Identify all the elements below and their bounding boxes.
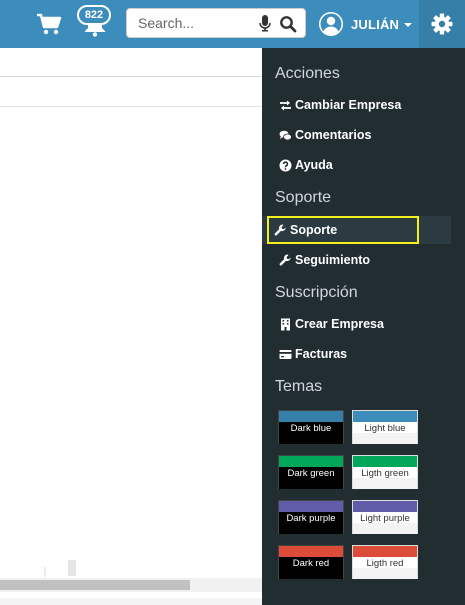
menu-item-label: Facturas: [295, 347, 348, 361]
theme-dark-blue[interactable]: Dark blue: [278, 410, 344, 444]
horizontal-scrollbar[interactable]: [0, 578, 262, 592]
theme-label: Dark green: [287, 468, 335, 479]
microphone-icon[interactable]: [259, 15, 271, 32]
theme-color-bar: [279, 546, 343, 557]
settings-toggle[interactable]: [419, 0, 465, 48]
theme-color-bar: [279, 456, 343, 467]
theme-label: Dark blue: [290, 423, 332, 434]
theme-label: Light purple: [360, 513, 410, 524]
menu-item-seguimiento[interactable]: Seguimiento: [267, 246, 419, 274]
section-title-soporte: Soporte: [275, 189, 332, 206]
building-icon: [281, 318, 290, 330]
menu-item-ayuda[interactable]: Ayuda: [267, 151, 419, 179]
shopping-cart-icon[interactable]: [36, 12, 62, 36]
user-menu[interactable]: JULIÁN: [318, 10, 413, 38]
menu-item-facturas[interactable]: Facturas: [267, 340, 419, 368]
theme-label: Ligth green: [361, 468, 409, 479]
theme-light-purple[interactable]: Light purple: [352, 500, 418, 534]
theme-color-bar: [353, 411, 417, 422]
search-box: [126, 8, 306, 38]
question-circle-icon: [279, 159, 292, 171]
section-title-temas: Temas: [275, 378, 323, 395]
theme-label: Dark red: [292, 558, 330, 569]
control-sidebar: Acciones Cambiar Empresa Comentarios Ayu…: [262, 48, 465, 605]
scrollbar-thumb[interactable]: [0, 580, 190, 590]
theme-dark-red[interactable]: Dark red: [278, 545, 344, 579]
content-fragment: [44, 567, 46, 577]
menu-item-label: Crear Empresa: [295, 317, 384, 331]
theme-label: Light blue: [364, 423, 406, 434]
content-fragment: [68, 560, 76, 576]
search-input[interactable]: [127, 9, 257, 37]
menu-item-label: Seguimiento: [295, 253, 371, 267]
menu-item-label: Soporte: [290, 223, 338, 237]
theme-light-red[interactable]: Ligth red: [352, 545, 418, 579]
menu-item-cambiar-empresa[interactable]: Cambiar Empresa: [267, 91, 419, 119]
comments-icon: [279, 130, 292, 140]
theme-color-bar: [353, 546, 417, 557]
theme-label: Dark purple: [286, 513, 336, 524]
theme-light-blue[interactable]: Light blue: [352, 410, 418, 444]
chevron-down-icon: [404, 23, 413, 27]
section-title-acciones: Acciones: [275, 65, 340, 82]
menu-item-label: Ayuda: [295, 158, 333, 172]
theme-dark-green[interactable]: Dark green: [278, 455, 344, 489]
theme-color-bar: [353, 501, 417, 512]
notification-badge[interactable]: 822: [77, 5, 111, 25]
content-footer: [0, 598, 262, 605]
user-avatar-icon: [319, 12, 343, 36]
top-navbar: 822 JULIÁN: [0, 0, 465, 48]
content-divider: [0, 76, 262, 77]
section-title-suscripcion: Suscripción: [275, 284, 358, 301]
theme-light-green[interactable]: Ligth green: [352, 455, 418, 489]
theme-color-bar: [279, 411, 343, 422]
theme-color-bar: [279, 501, 343, 512]
menu-item-label: Cambiar Empresa: [295, 98, 402, 112]
menu-item-soporte[interactable]: Soporte: [262, 216, 451, 244]
gear-icon: [431, 13, 453, 35]
exchange-icon: [280, 100, 291, 110]
search-icon[interactable]: [279, 15, 297, 33]
menu-item-crear-empresa[interactable]: Crear Empresa: [267, 310, 419, 338]
credit-card-icon: [279, 349, 292, 359]
menu-item-label: Comentarios: [295, 128, 372, 142]
menu-item-comentarios[interactable]: Comentarios: [267, 121, 419, 149]
wrench-icon: [279, 254, 291, 266]
theme-color-bar: [353, 456, 417, 467]
user-name: JULIÁN: [351, 16, 400, 32]
theme-label: Ligth red: [366, 558, 404, 569]
wrench-icon: [274, 224, 286, 236]
content-divider: [0, 106, 262, 107]
theme-dark-purple[interactable]: Dark purple: [278, 500, 344, 534]
